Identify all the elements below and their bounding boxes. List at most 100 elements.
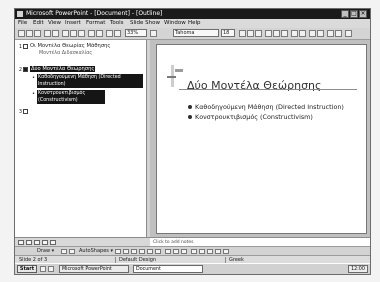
title-bar: Microsoft PowerPoint - [Document] - [Out… [15, 9, 370, 19]
italic-icon[interactable] [247, 30, 254, 37]
windows-taskbar: Start Microsoft PowerPoint Document 12:0… [15, 263, 370, 274]
slide-show-icon[interactable] [345, 30, 352, 37]
rectangle-icon[interactable] [131, 249, 137, 254]
slide-show-view-icon[interactable] [50, 240, 56, 245]
print-icon[interactable] [44, 30, 51, 37]
new-icon[interactable] [18, 30, 25, 37]
outline-bullet-dot: • [32, 75, 36, 81]
close-button[interactable]: × [359, 10, 367, 18]
slide-number-3: 3 [18, 109, 22, 115]
open-icon[interactable] [26, 30, 33, 37]
help-icon[interactable] [150, 30, 157, 37]
save-icon[interactable] [34, 30, 41, 37]
title-rule [179, 89, 357, 90]
outline-slide-2-bullet-1[interactable]: Καθοδηγούμενη Μάθηση (Directed Instructi… [37, 74, 143, 88]
select-arrow-icon[interactable] [61, 249, 67, 254]
menu-help[interactable]: Help [188, 19, 201, 28]
normal-view-icon[interactable] [18, 240, 24, 245]
slide-sorter-icon[interactable] [42, 240, 48, 245]
window-title: Microsoft PowerPoint - [Document] - [Out… [26, 10, 163, 17]
menu-file[interactable]: File [18, 19, 27, 28]
numbering-icon[interactable] [291, 30, 298, 37]
slide-bullet-1-text: Καθοδηγούμενη Μάθηση (Directed Instructi… [195, 103, 344, 111]
slide-bullet-2: Κονστρουκτιβισμός (Constructivism) [187, 113, 363, 121]
slide-number-1: 1 [18, 44, 22, 50]
quicklaunch-browser-icon[interactable] [48, 266, 54, 272]
align-center-icon[interactable] [273, 30, 280, 37]
oval-icon[interactable] [139, 249, 145, 254]
notes-pane[interactable]: Click to add notes [150, 237, 370, 246]
slide-bullet-2-text: Κονστρουκτιβισμός (Constructivism) [195, 113, 313, 121]
arrow-icon[interactable] [123, 249, 129, 254]
task-button-powerpoint[interactable]: Microsoft PowerPoint [59, 265, 129, 273]
outline-slide-1-title[interactable]: Οι Μοντέλα Θεωρίας Μάθησης [30, 43, 110, 49]
menu-insert[interactable]: Insert [65, 19, 81, 28]
spelling-icon[interactable] [52, 30, 59, 37]
free-rotate-icon[interactable] [69, 249, 75, 254]
paste-icon[interactable] [78, 30, 85, 37]
font-color-icon[interactable] [181, 249, 187, 254]
text-box-icon[interactable] [147, 249, 153, 254]
copy-icon[interactable] [70, 30, 77, 37]
task-button-document[interactable]: Document [133, 265, 203, 273]
zoom-combo[interactable]: 33% [125, 29, 147, 37]
bullet-dot-icon [188, 115, 192, 119]
quicklaunch-desktop-icon[interactable] [40, 266, 46, 272]
menu-view[interactable]: View [48, 19, 61, 28]
font-size-combo[interactable]: 18 [221, 29, 235, 37]
minimize-button[interactable]: _ [341, 10, 349, 18]
powerpoint-icon [17, 11, 23, 17]
redo-icon[interactable] [96, 30, 103, 37]
menu-slide-show[interactable]: Slide Show [130, 19, 160, 28]
slide-decoration-icon [167, 65, 183, 87]
menu-bar: File Edit View Insert Format Tools Slide… [15, 19, 370, 28]
underline-icon[interactable] [255, 30, 262, 37]
slide-pane: Δύο Μοντέλα Θεώρησης Καθοδηγούμενη Μάθησ… [150, 40, 370, 237]
undo-icon[interactable] [88, 30, 95, 37]
dash-style-icon[interactable] [199, 249, 205, 254]
new-slide-icon[interactable] [327, 30, 334, 37]
cut-icon[interactable] [62, 30, 69, 37]
outline-slide-2-title[interactable]: Δύο Μοντέλα Θεώρησης [30, 66, 96, 72]
menu-tools[interactable]: Tools [110, 19, 124, 28]
slide-title[interactable]: Δύο Μοντέλα Θεώρησης [187, 79, 321, 92]
slide-view-icon[interactable] [34, 240, 40, 245]
menu-format[interactable]: Format [86, 19, 105, 28]
align-left-icon[interactable] [265, 30, 272, 37]
slide-bullet-1: Καθοδηγούμενη Μάθηση (Directed Instructi… [187, 103, 363, 111]
insert-chart-icon[interactable] [106, 30, 113, 37]
arrow-style-icon[interactable] [207, 249, 213, 254]
outline-slide-2-bullet-2[interactable]: Κονστρουκτιβισμός (Constructivism) [37, 90, 105, 104]
shadow-icon[interactable] [215, 249, 221, 254]
slide-design-icon[interactable] [335, 30, 342, 37]
decrease-font-icon[interactable] [317, 30, 324, 37]
line-color-icon[interactable] [173, 249, 179, 254]
slide-number-2: 2 [18, 67, 22, 73]
maximize-button[interactable]: □ [350, 10, 358, 18]
fill-color-icon[interactable] [165, 249, 171, 254]
font-combo[interactable]: Tahoma [173, 29, 219, 37]
start-button[interactable]: Start [17, 265, 37, 273]
standard-toolbar: 33% Tahoma 18 [15, 28, 370, 40]
line-style-icon[interactable] [191, 249, 197, 254]
3d-icon[interactable] [223, 249, 229, 254]
outline-view-icon[interactable] [26, 240, 32, 245]
menu-window[interactable]: Window [164, 19, 186, 28]
outline-bullet-dot: • [32, 91, 36, 97]
slide-2-icon[interactable] [23, 67, 28, 72]
line-icon[interactable] [115, 249, 121, 254]
outline-pane[interactable]: 1 Οι Μοντέλα Θεωρίας Μάθησης Μοντέλα Διδ… [15, 40, 147, 237]
wordart-icon[interactable] [155, 249, 161, 254]
menu-edit[interactable]: Edit [33, 19, 44, 28]
insert-table-icon[interactable] [114, 30, 121, 37]
slide-body[interactable]: Καθοδηγούμενη Μάθηση (Directed Instructi… [187, 103, 363, 123]
slide-3-icon[interactable] [23, 109, 28, 114]
bullets-icon[interactable] [299, 30, 306, 37]
bold-icon[interactable] [239, 30, 246, 37]
taskbar-clock: 12:00 [348, 265, 368, 273]
slide-canvas[interactable]: Δύο Μοντέλα Θεώρησης Καθοδηγούμενη Μάθησ… [156, 44, 367, 234]
align-right-icon[interactable] [281, 30, 288, 37]
increase-font-icon[interactable] [309, 30, 316, 37]
outline-slide-1-subtitle[interactable]: Μοντέλα Διδασκαλίας [39, 51, 92, 56]
slide-1-icon[interactable] [23, 44, 28, 49]
